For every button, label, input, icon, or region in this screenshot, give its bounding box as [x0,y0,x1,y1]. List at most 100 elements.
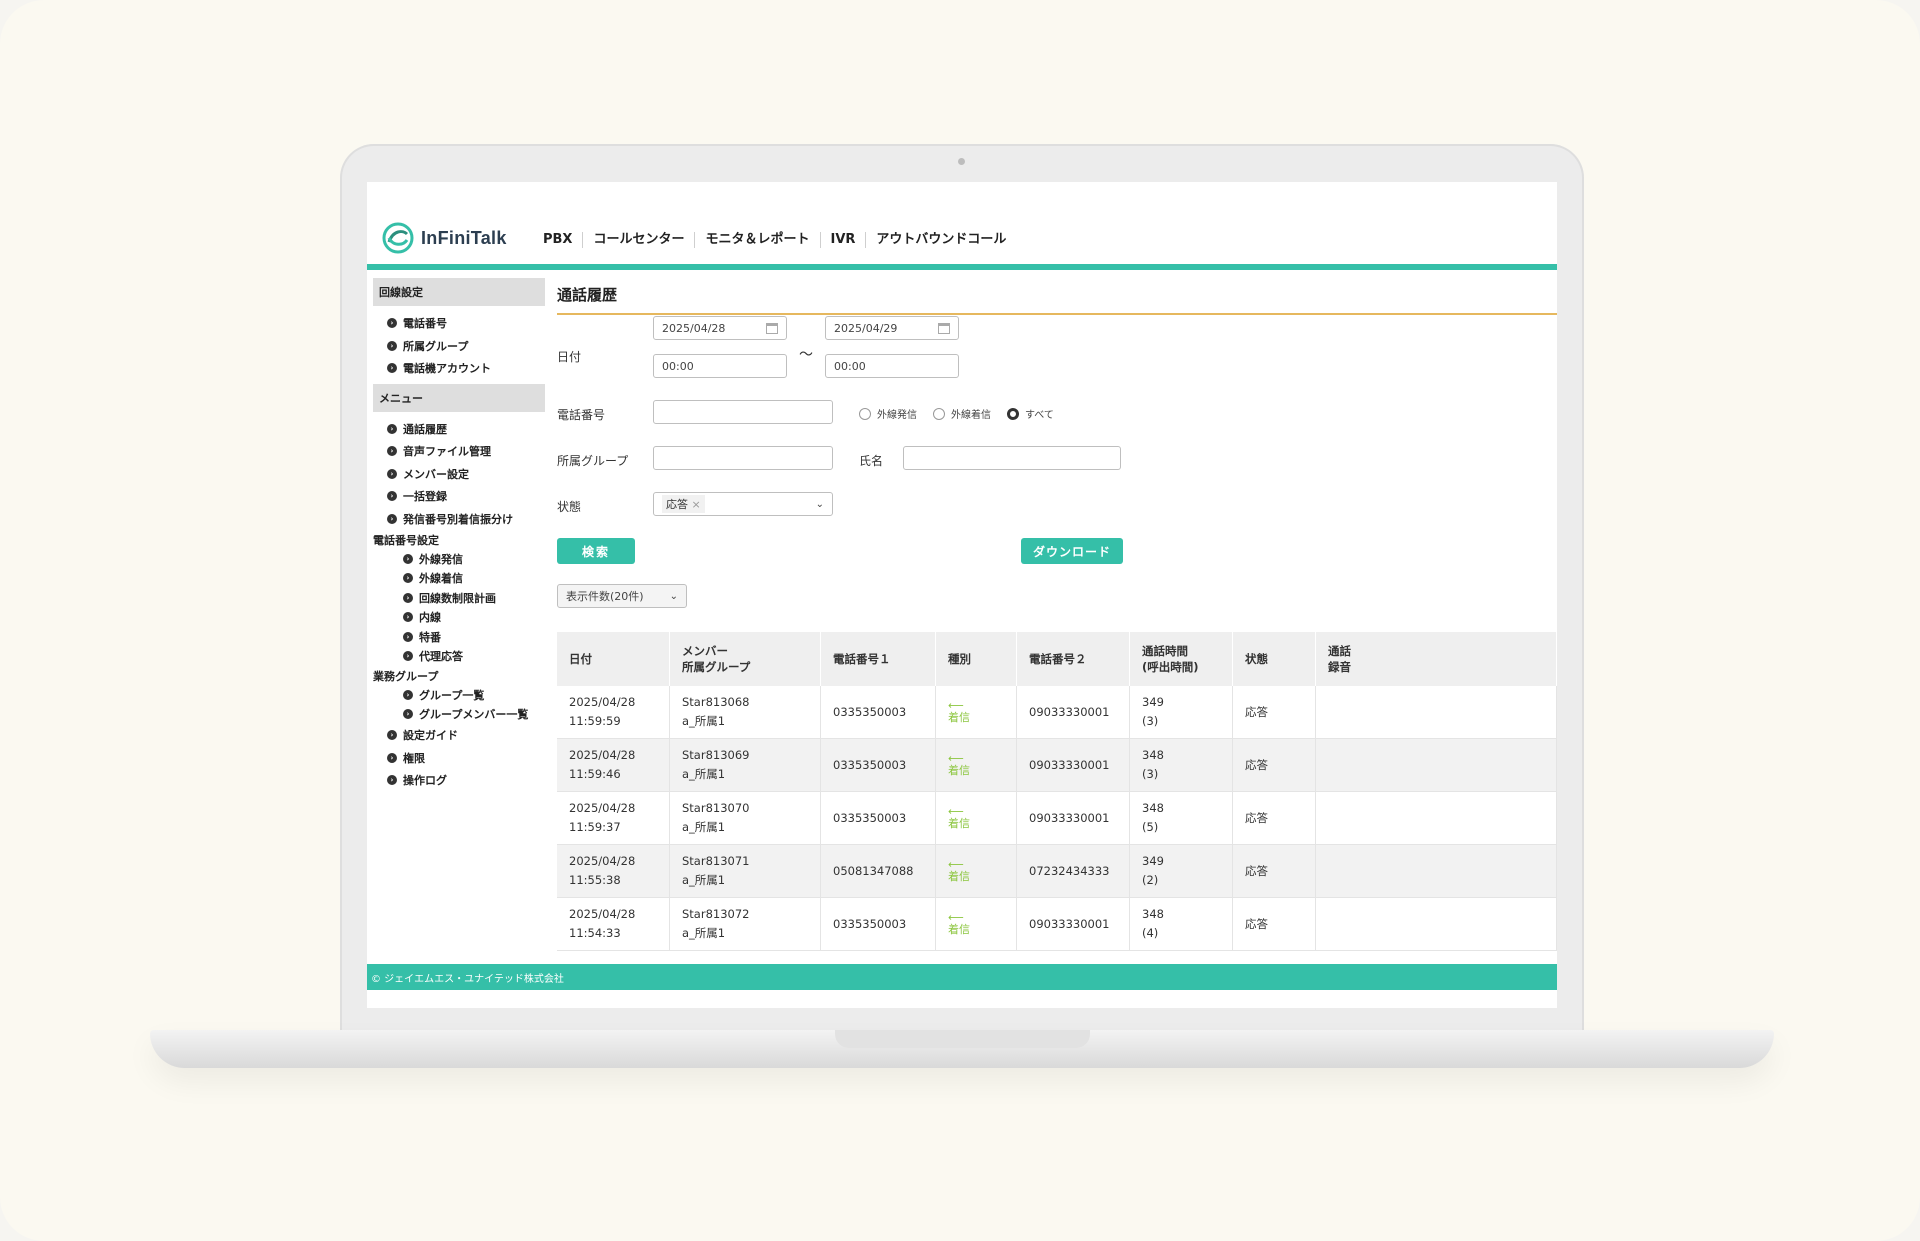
nav-ivr[interactable]: IVR [819,232,866,248]
cell-status: 応答 [1232,738,1316,792]
table-row[interactable]: 2025/04/28 11:55:38 Star813071 a_所属1 05081… [557,844,1557,898]
col-phone2[interactable]: 電話番号２ [1016,632,1130,686]
col-status[interactable]: 状態 [1232,632,1316,686]
col-recording-line1: 通話 [1328,644,1351,658]
cell-recording [1315,738,1557,792]
phone-input[interactable] [653,400,833,424]
ring-value: (3) [1142,767,1159,781]
chevron-right-icon: › [403,651,413,662]
sidebar-item-routing[interactable]: › 発信番号別着信振分け [373,508,545,531]
col-duration[interactable]: 通話時間 (呼出時間) [1129,632,1233,686]
sidebar-item-group-members[interactable]: › グループメンバー一覧 [373,705,545,725]
sidebar-item-permissions[interactable]: › 権限 [373,747,545,770]
sidebar-item-proxy-answer[interactable]: › 代理応答 [373,647,545,667]
chevron-right-icon: › [403,709,413,720]
chevron-right-icon: › [387,513,397,524]
sidebar-item-group-list[interactable]: › グループ一覧 [373,685,545,705]
chevron-right-icon: › [403,612,413,623]
col-duration-line2: (呼出時間) [1142,660,1199,674]
nav-monitor-report[interactable]: モニタ＆レポート [694,232,819,248]
header-divider [367,264,1557,270]
time-from-input[interactable]: 00:00 [653,354,787,378]
sidebar-item-label: 権限 [403,751,425,765]
cell-phone2: 09033330001 [1016,791,1130,845]
table-row[interactable]: 2025/04/28 11:54:33 Star813072 a_所属1 03353… [557,897,1557,951]
sidebar-item-inbound[interactable]: › 外線着信 [373,569,545,589]
duration-value: 348 [1142,748,1164,762]
nav-outbound-call[interactable]: アウトバウンドコール [865,232,1016,248]
sidebar-item-line-limit[interactable]: › 回線数制限計画 [373,588,545,608]
sidebar-item-phone-number[interactable]: › 電話番号 [373,312,545,335]
radio-outbound[interactable]: 外線発信 [859,406,917,421]
sidebar-item-special[interactable]: › 特番 [373,627,545,647]
cell-phone1: 0335350003 [820,686,936,739]
page-title: 通話履歴 [557,278,1557,315]
phone-label: 電話番号 [557,408,606,422]
search-button[interactable]: 検索 [557,538,635,564]
chevron-right-icon: › [387,491,397,502]
nav-pbx[interactable]: PBX [533,232,582,248]
nav-call-center[interactable]: コールセンター [582,232,694,248]
time-value: 11:54:33 [569,926,621,940]
calendar-icon[interactable] [766,322,778,334]
name-input[interactable] [903,446,1121,470]
download-button[interactable]: ダウンロード [1021,538,1123,564]
sidebar-item-label: 電話機アカウント [403,362,491,376]
cell-phone1: 05081347088 [820,844,936,898]
sidebar-item-bulk-register[interactable]: › 一括登録 [373,485,545,508]
sidebar-item-setup-guide[interactable]: › 設定ガイド [373,724,545,747]
status-chip[interactable]: 応答 × [662,495,705,513]
col-duration-line1: 通話時間 [1142,644,1188,658]
sidebar-item-groups[interactable]: › 所属グループ [373,335,545,358]
time-value: 11:55:38 [569,873,621,887]
table-header-row: 日付 メンバー 所属グループ 電話番号１ 種別 電話番号２ 通話時間 (呼出時間) … [557,632,1557,686]
cell-duration: 348 (4) [1129,897,1233,951]
cell-phone1: 0335350003 [820,738,936,792]
chevron-right-icon: › [387,446,397,457]
sidebar-item-member-settings[interactable]: › メンバー設定 [373,463,545,486]
date-value: 2025/04/28 [569,695,636,709]
type-value: 着信 [948,764,970,777]
chevron-right-icon: › [387,468,397,479]
table-row[interactable]: 2025/04/28 11:59:46 Star813069 a_所属1 03353… [557,738,1557,792]
sidebar-item-label: 所属グループ [403,339,469,353]
radio-inbound[interactable]: 外線着信 [933,406,991,421]
table-row[interactable]: 2025/04/28 11:59:37 Star813070 a_所属1 03353… [557,791,1557,845]
cell-recording [1315,844,1557,898]
calendar-icon[interactable] [938,322,950,334]
cell-duration: 348 (5) [1129,791,1233,845]
cell-status: 応答 [1232,844,1316,898]
col-recording[interactable]: 通話 録音 [1315,632,1557,686]
cell-date: 2025/04/28 11:59:59 [557,686,670,739]
table-row[interactable]: 2025/04/28 11:59:59 Star813068 a_所属1 03353… [557,686,1557,739]
col-type[interactable]: 種別 [935,632,1017,686]
radio-all[interactable]: すべて [1007,406,1054,421]
sidebar-group-phone-settings: 電話番号設定 [373,533,439,547]
sidebar-item-phone-account[interactable]: › 電話機アカウント [373,357,545,380]
date-from-input[interactable]: 2025/04/28 [653,316,787,340]
page-size-value: 表示件数(20件) [566,590,644,603]
page-size-select[interactable]: 表示件数(20件) ⌄ [557,584,687,608]
logo[interactable]: InFiniTalk [381,222,507,254]
chevron-down-icon: ⌄ [669,590,678,602]
type-value: 着信 [948,870,970,883]
close-icon[interactable]: × [692,498,701,511]
sidebar-item-label: メンバー設定 [403,467,469,481]
status-select[interactable]: 応答 × ⌄ [653,492,833,516]
group-value: a_所属1 [682,714,726,728]
ring-value: (3) [1142,714,1159,728]
sidebar-item-outbound[interactable]: › 外線発信 [373,549,545,569]
date-to-input[interactable]: 2025/04/29 [825,316,959,340]
col-phone1[interactable]: 電話番号１ [820,632,936,686]
sidebar-item-label: 電話番号 [403,317,447,331]
group-input[interactable] [653,446,833,470]
sidebar-item-operation-log[interactable]: › 操作ログ [373,769,545,792]
sidebar-item-extension[interactable]: › 内線 [373,608,545,628]
logo-icon [382,222,414,254]
col-date[interactable]: 日付 [557,632,670,686]
col-member[interactable]: メンバー 所属グループ [669,632,821,686]
sidebar-item-call-history[interactable]: › 通話履歴 [373,418,545,441]
sidebar-item-audio-files[interactable]: › 音声ファイル管理 [373,440,545,463]
time-to-input[interactable]: 00:00 [825,354,959,378]
cell-date: 2025/04/28 11:54:33 [557,897,670,951]
